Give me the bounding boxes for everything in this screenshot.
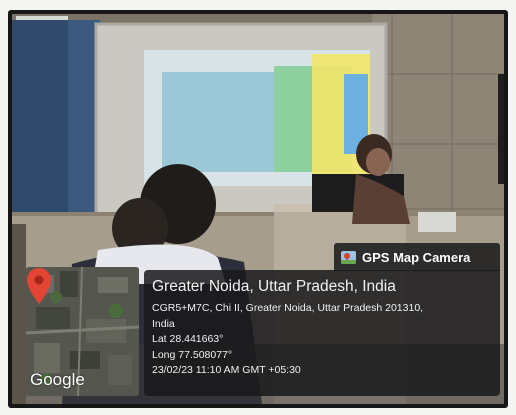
longitude-text: Long 77.508077° <box>152 348 233 361</box>
map-pin-icon <box>27 268 51 304</box>
gps-map-camera-badge: GPS Map Camera <box>334 243 500 271</box>
address-line-2: India <box>152 317 175 330</box>
latitude-text: Lat 28.441663° <box>152 333 224 345</box>
timestamp-text: 23/02/23 11:10 AM GMT +05:30 <box>152 364 301 376</box>
app-badge-label: GPS Map Camera <box>362 249 471 265</box>
google-attribution: Google <box>30 370 85 389</box>
map-thumbnail: Google <box>26 267 139 396</box>
location-title: Greater Noida, Uttar Pradesh, India <box>152 278 396 295</box>
photo-frame: GPS Map Camera Greater Noida, Uttar Prad… <box>8 10 508 408</box>
gps-map-camera-icon <box>341 250 356 264</box>
address-line-1: CGR5+M7C, Chi II, Greater Noida, Uttar P… <box>152 302 424 314</box>
location-info-panel: Greater Noida, Uttar Pradesh, India CGR5… <box>144 270 500 396</box>
